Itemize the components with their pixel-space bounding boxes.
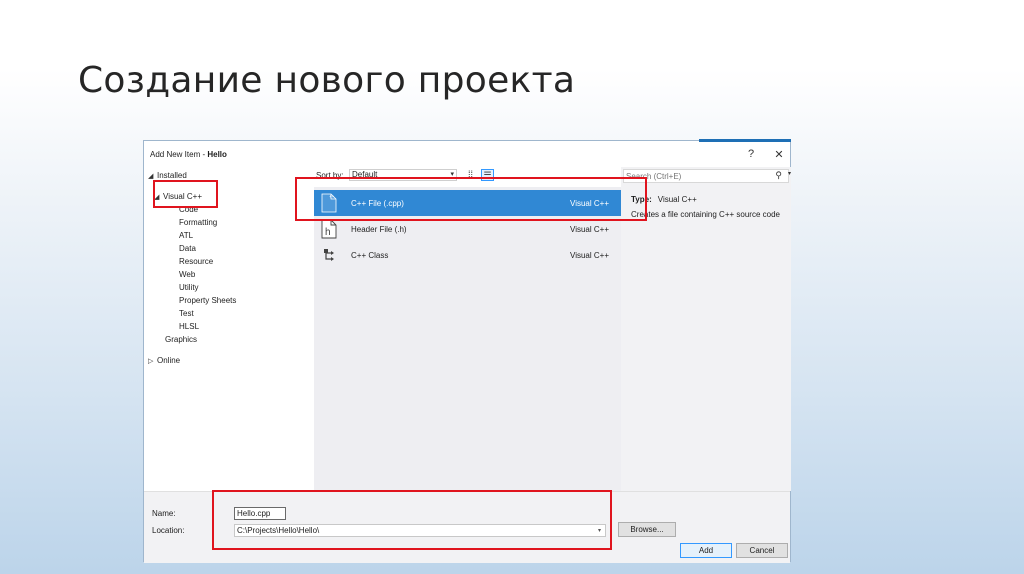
item-description: Creates a file containing C++ source cod… [631, 210, 780, 219]
dialog-title-prefix: Add New Item - [150, 150, 208, 159]
list-item-cpp-class[interactable]: C++ Class Visual C++ [314, 242, 621, 268]
tree-item-resource[interactable]: Resource [179, 257, 213, 266]
tree-item-graphics[interactable]: Graphics [165, 335, 197, 344]
dialog-titlebar: Add New Item - Hello ? ✕ [144, 141, 790, 167]
tree-item-hlsl[interactable]: HLSL [179, 322, 199, 331]
tree-item-formatting[interactable]: Formatting [179, 218, 217, 227]
highlight-box-visual-cpp [153, 180, 218, 208]
highlight-box-cpp-file [295, 177, 647, 221]
item-language: Visual C++ [570, 225, 609, 234]
location-label: Location: [152, 526, 185, 535]
tree-item-installed[interactable]: ◢ Installed [148, 171, 187, 180]
tree-item-web[interactable]: Web [179, 270, 195, 279]
tree-item-online[interactable]: ▷ Online [148, 356, 180, 365]
item-name: Header File (.h) [351, 225, 407, 234]
help-button[interactable]: ? [744, 148, 758, 160]
dialog-title: Add New Item - Hello [150, 150, 227, 159]
tree-item-atl[interactable]: ATL [179, 231, 193, 240]
tree-label-installed: Installed [157, 171, 187, 180]
search-icon[interactable]: ⚲ [775, 170, 782, 181]
cancel-button[interactable]: Cancel [736, 543, 788, 558]
type-value: Visual C++ [657, 195, 697, 204]
header-file-icon: h [321, 219, 337, 239]
tree-item-property-sheets[interactable]: Property Sheets [179, 296, 236, 305]
browse-button[interactable]: Browse... [618, 522, 676, 537]
svg-text:h: h [325, 227, 331, 238]
tree-item-utility[interactable]: Utility [179, 283, 199, 292]
item-name: C++ Class [351, 251, 389, 260]
expand-arrow-icon[interactable]: ▷ [148, 357, 157, 365]
collapse-arrow-icon[interactable]: ◢ [148, 172, 157, 180]
highlight-box-name-location [212, 490, 612, 550]
name-label: Name: [152, 509, 176, 518]
template-list: ++ C++ File (.cpp) Visual C++ h Header F… [314, 187, 621, 491]
search-box[interactable]: ⚲ ▾ [623, 169, 791, 183]
template-tree: ◢ Installed ◢ Visual C++ Code Formatting A… [144, 167, 314, 491]
close-button[interactable]: ✕ [772, 148, 786, 161]
item-language: Visual C++ [570, 251, 609, 260]
slide-title: Создание нового проекта [78, 60, 576, 101]
tree-label-online: Online [157, 356, 181, 365]
tree-item-data[interactable]: Data [179, 244, 196, 253]
tree-item-test[interactable]: Test [179, 309, 194, 318]
chevron-down-icon[interactable]: ▾ [788, 170, 791, 177]
dialog-title-project: Hello [207, 150, 227, 159]
cpp-class-icon [324, 249, 334, 261]
add-button[interactable]: Add [680, 543, 732, 558]
